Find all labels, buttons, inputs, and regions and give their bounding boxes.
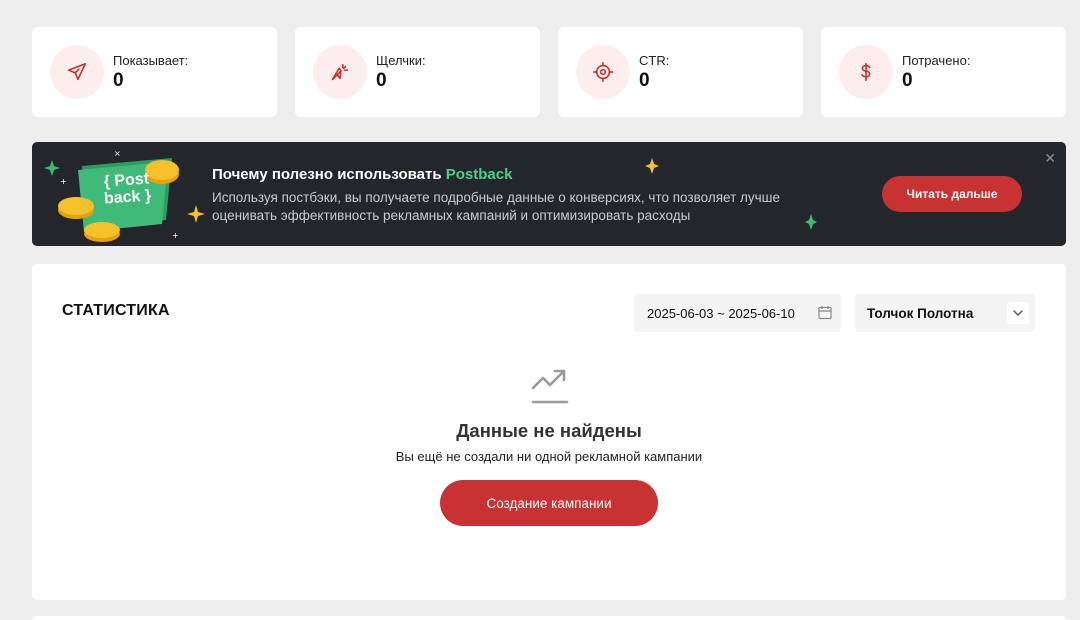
site-select-value: Толчок Полотна [867, 305, 974, 321]
send-icon [50, 45, 104, 99]
stat-label: Показывает: [113, 52, 189, 68]
banner-description: Используя постбэки, вы получаете подробн… [212, 190, 781, 223]
stat-value: 0 [639, 69, 650, 91]
close-icon[interactable]: ✕ [1044, 150, 1056, 167]
svg-text:+: + [60, 177, 67, 186]
svg-text:+: + [172, 231, 179, 240]
dollar-icon [839, 45, 893, 99]
sparkle-icon [805, 214, 817, 230]
postback-banner: × + + { Post back } Почему полезно испол… [32, 142, 1066, 246]
date-range-picker[interactable]: 2025-06-03 ~ 2025-06-10 [634, 294, 841, 332]
read-more-button[interactable]: Читать дальше [882, 176, 1022, 212]
sparkle-icon [645, 158, 659, 174]
banner-title: Почему полезно использовать Postback [212, 166, 512, 183]
chart-trend-icon [531, 369, 569, 404]
stat-card-impressions: Показывает: 0 [32, 27, 277, 117]
stat-value: 0 [902, 69, 913, 91]
calendar-icon [818, 306, 832, 320]
postback-art-text: { Post back } [81, 169, 173, 209]
site-select[interactable]: Толчок Полотна [855, 294, 1035, 332]
stat-label: Щелчки: [376, 52, 426, 68]
next-panel-edge [32, 616, 1066, 620]
stats-row: Показывает: 0 Щелчки: 0 CTR: 0 Потрачено… [32, 27, 1066, 117]
stat-value: 0 [376, 69, 387, 91]
target-icon [576, 45, 630, 99]
date-range-value: 2025-06-03 ~ 2025-06-10 [647, 305, 795, 321]
empty-state-title: Данные не найдены [456, 420, 642, 441]
stat-card-clicks: Щелчки: 0 [295, 27, 540, 117]
stat-label: Потрачено: [902, 52, 971, 68]
chevron-down-icon[interactable] [1007, 302, 1029, 324]
create-campaign-button[interactable]: Создание кампании [440, 480, 658, 526]
banner-title-prefix: Почему полезно использовать [212, 166, 446, 183]
svg-text:×: × [114, 149, 121, 158]
panel-title: СТАТИСТИКА [62, 302, 170, 319]
banner-title-highlight: Postback [445, 166, 513, 183]
page: Показывает: 0 Щелчки: 0 CTR: 0 Потрачено… [0, 0, 1080, 620]
stat-value: 0 [113, 69, 124, 91]
statistics-panel: СТАТИСТИКА 2025-06-03 ~ 2025-06-10 Толчо… [32, 264, 1066, 600]
empty-state-subtitle: Вы ещё не создали ни одной рекламной кам… [395, 449, 703, 464]
cursor-click-icon [313, 45, 367, 99]
stat-card-spent: Потрачено: 0 [821, 27, 1066, 117]
stat-label: CTR: [639, 52, 670, 68]
stat-card-ctr: CTR: 0 [558, 27, 803, 117]
